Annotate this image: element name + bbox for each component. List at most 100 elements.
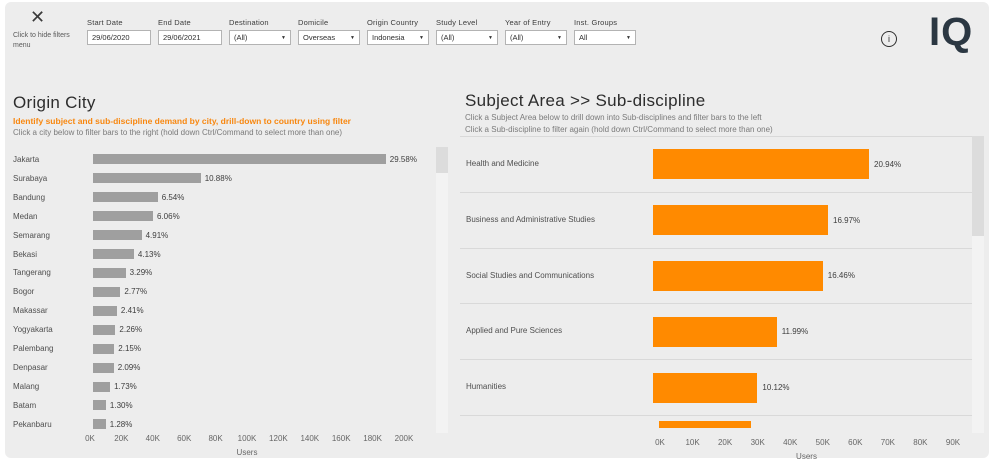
axis-tick: 50K bbox=[815, 438, 830, 447]
city-row-palembang[interactable]: Palembang 2.15% bbox=[13, 339, 423, 358]
city-bar[interactable] bbox=[93, 211, 153, 222]
city-label: Bandung bbox=[13, 192, 46, 202]
city-bar[interactable] bbox=[93, 381, 111, 392]
close-icon[interactable]: ✕ bbox=[30, 8, 45, 26]
subject-bar-partial[interactable] bbox=[659, 420, 751, 428]
city-bar[interactable] bbox=[93, 230, 142, 241]
city-bar[interactable] bbox=[93, 154, 386, 165]
city-label: Bekasi bbox=[13, 249, 38, 259]
subject-area-bars: Health and Medicine 20.94% Business and Ad… bbox=[460, 136, 972, 428]
city-value: 10.88% bbox=[204, 173, 232, 183]
city-bar[interactable] bbox=[93, 324, 116, 335]
subject-value: 16.46% bbox=[827, 271, 855, 281]
axis-tick: 80K bbox=[208, 434, 223, 443]
city-bar[interactable] bbox=[93, 362, 114, 373]
subject-row-health-and-medicine[interactable]: Health and Medicine 20.94% bbox=[460, 137, 972, 193]
origin-city-subtitle: Identify subject and sub-discipline dema… bbox=[13, 116, 351, 126]
date-input-end-date[interactable]: 29/06/2021 bbox=[158, 30, 222, 45]
dashboard-canvas: ✕ Click to hide filters menu Start Date 2… bbox=[5, 2, 989, 461]
subject-bar[interactable] bbox=[653, 260, 823, 291]
subject-area-scrollbar[interactable] bbox=[972, 136, 984, 433]
dropdown-domicile[interactable]: Overseas ▼ bbox=[298, 30, 360, 45]
chevron-down-icon: ▼ bbox=[488, 34, 493, 41]
subject-bar[interactable] bbox=[653, 316, 777, 347]
subject-row-humanities[interactable]: Humanities 10.12% bbox=[460, 360, 972, 416]
city-label: Surabaya bbox=[13, 173, 48, 183]
subject-area-x-axis: 0K 10K 20K 30K 40K 50K 60K 70K 80K 90K bbox=[655, 438, 960, 448]
dropdown-origin-country[interactable]: Indonesia ▼ bbox=[367, 30, 429, 45]
filter-end-date: End Date 29/06/2021 bbox=[158, 18, 222, 45]
axis-tick: 120K bbox=[269, 434, 288, 443]
date-input-start-date[interactable]: 29/06/2020 bbox=[87, 30, 151, 45]
city-bar[interactable] bbox=[93, 343, 115, 354]
origin-city-scrollbar-thumb[interactable] bbox=[436, 147, 448, 173]
city-row-jakarta[interactable]: Jakarta 29.58% bbox=[13, 150, 423, 169]
city-label: Jakarta bbox=[13, 154, 40, 164]
city-bar[interactable] bbox=[93, 192, 158, 203]
subject-bar[interactable] bbox=[653, 149, 869, 180]
city-row-tangerang[interactable]: Tangerang 3.29% bbox=[13, 264, 423, 283]
city-bar[interactable] bbox=[93, 305, 117, 316]
axis-tick: 0K bbox=[655, 438, 665, 447]
subject-row-partial[interactable] bbox=[460, 416, 972, 428]
origin-city-x-axis-label: Users bbox=[236, 448, 258, 457]
filter-start-date: Start Date 29/06/2020 bbox=[87, 18, 151, 45]
hide-filters-label[interactable]: Click to hide filters menu bbox=[13, 31, 85, 51]
filter-origin-country: Origin Country Indonesia ▼ bbox=[367, 18, 429, 45]
city-row-bogor[interactable]: Bogor 2.77% bbox=[13, 282, 423, 301]
city-label: Denpasar bbox=[13, 363, 48, 373]
axis-tick: 90K bbox=[945, 438, 961, 447]
dropdown-inst-groups[interactable]: All ▼ bbox=[574, 30, 636, 45]
city-value: 1.73% bbox=[114, 382, 137, 392]
city-row-denpasar[interactable]: Denpasar 2.09% bbox=[13, 358, 423, 377]
city-row-bandung[interactable]: Bandung 6.54% bbox=[13, 188, 423, 207]
city-value: 4.13% bbox=[137, 249, 161, 259]
city-value: 6.06% bbox=[157, 211, 180, 221]
city-row-batam[interactable]: Batam 1.30% bbox=[13, 396, 423, 415]
city-value: 2.26% bbox=[119, 325, 143, 335]
subject-area-scrollbar-thumb[interactable] bbox=[972, 136, 984, 236]
city-label: Palembang bbox=[13, 344, 54, 354]
filter-label-year-of-entry: Year of Entry bbox=[505, 18, 551, 27]
info-icon[interactable]: i bbox=[881, 31, 897, 47]
city-row-bekasi[interactable]: Bekasi 4.13% bbox=[13, 245, 423, 264]
filter-value: All bbox=[579, 33, 588, 42]
origin-city-panel: Origin City Identify subject and sub-dis… bbox=[5, 87, 451, 458]
city-label: Pekanbaru bbox=[13, 419, 52, 429]
origin-city-scrollbar[interactable] bbox=[436, 147, 448, 433]
city-row-makassar[interactable]: Makassar 2.41% bbox=[13, 301, 423, 320]
dropdown-destination[interactable]: (All) ▼ bbox=[229, 30, 291, 45]
subject-bar[interactable] bbox=[653, 372, 758, 403]
city-bar[interactable] bbox=[93, 267, 126, 278]
subject-bar[interactable] bbox=[653, 205, 828, 236]
subject-row-business-and-administrative-studies[interactable]: Business and Administrative Studies 16.97… bbox=[460, 193, 972, 249]
city-bar[interactable] bbox=[93, 400, 106, 411]
dropdown-year-of-entry[interactable]: (All) ▼ bbox=[505, 30, 567, 45]
filter-value: 29/06/2021 bbox=[163, 33, 201, 42]
city-value: 1.28% bbox=[109, 419, 133, 429]
filter-label-origin-country: Origin Country bbox=[367, 18, 419, 27]
city-row-malang[interactable]: Malang 1.73% bbox=[13, 377, 423, 396]
city-row-pekanbaru[interactable]: Pekanbaru 1.28% bbox=[13, 415, 423, 434]
filter-inst-groups: Inst. Groups All ▼ bbox=[574, 18, 636, 45]
city-row-medan[interactable]: Medan 6.06% bbox=[13, 207, 423, 226]
filter-label-start-date: Start Date bbox=[87, 18, 123, 27]
subject-row-social-studies-and-communications[interactable]: Social Studies and Communications 16.46% bbox=[460, 249, 972, 305]
city-row-yogyakarta[interactable]: Yogyakarta 2.26% bbox=[13, 320, 423, 339]
axis-tick: 70K bbox=[880, 438, 896, 447]
subject-area-instruction-1: Click a Subject Area below to drill down… bbox=[465, 113, 762, 122]
city-bar[interactable] bbox=[93, 173, 201, 184]
filter-label-inst-groups: Inst. Groups bbox=[574, 18, 618, 27]
city-bar[interactable] bbox=[93, 419, 106, 430]
dropdown-study-level[interactable]: (All) ▼ bbox=[436, 30, 498, 45]
city-bar[interactable] bbox=[93, 286, 121, 297]
axis-tick: 20K bbox=[114, 434, 129, 443]
subject-row-applied-and-pure-sciences[interactable]: Applied and Pure Sciences 11.99% bbox=[460, 304, 972, 361]
subject-label: Humanities bbox=[466, 382, 507, 392]
city-bar[interactable] bbox=[93, 249, 134, 260]
axis-tick: 160K bbox=[331, 434, 351, 443]
city-row-semarang[interactable]: Semarang 4.91% bbox=[13, 226, 423, 245]
city-label: Yogyakarta bbox=[13, 325, 53, 335]
filter-domicile: Domicile Overseas ▼ bbox=[298, 18, 360, 45]
city-row-surabaya[interactable]: Surabaya 10.88% bbox=[13, 169, 423, 188]
